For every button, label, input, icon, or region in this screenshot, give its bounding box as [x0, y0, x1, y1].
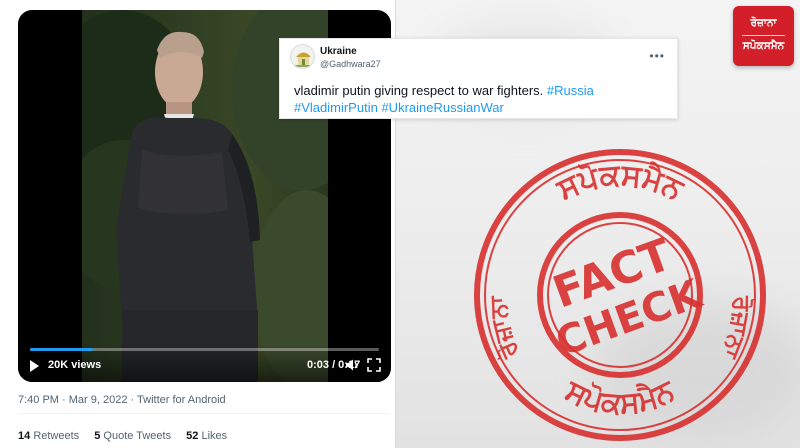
quotes-stat[interactable]: 5 Quote Tweets — [94, 430, 171, 442]
hashtag-vladimirputin[interactable]: #VladimirPutin — [294, 100, 378, 115]
user-name[interactable]: Ukraine — [320, 46, 357, 57]
logo-divider — [742, 35, 785, 36]
divider — [18, 413, 390, 414]
hashtag-russia[interactable]: #Russia — [547, 83, 594, 98]
avatar-image — [294, 52, 313, 67]
tweet-text: vladimir putin giving respect to war fig… — [294, 82, 674, 116]
quotes-count: 5 — [94, 430, 101, 442]
tweet-timestamp[interactable]: 7:40 PM · Mar 9, 2022 · Twitter for Andr… — [18, 394, 226, 406]
retweets-label: Retweets — [33, 430, 80, 442]
tweet-stats: 14 Retweets 5 Quote Tweets 52 Likes — [18, 430, 239, 442]
video-progress-bar[interactable] — [30, 348, 379, 351]
user-handle[interactable]: @Gadhwara27 — [320, 59, 381, 69]
user-avatar[interactable] — [290, 44, 315, 69]
fact-check-stamp: ਸਪੋਕਸਮੈਨ ਸਪੋਕਸਮੈਨ ਰੋਜ਼ਾਨਾ ਰੋਜ਼ਾਨਾ FACT C… — [474, 149, 766, 441]
volume-icon[interactable] — [344, 357, 360, 373]
video-controls: 20K views 0:03 / 0:17 — [18, 344, 391, 382]
likes-count: 52 — [186, 430, 199, 442]
video-progress-fill — [30, 348, 93, 351]
more-options-icon[interactable]: ••• — [649, 49, 665, 63]
hashtag-ukrainerussianwar[interactable]: #UkraineRussianWar — [381, 100, 503, 115]
likes-stat[interactable]: 52 Likes — [186, 430, 227, 442]
embedded-tweet: Ukraine @Gadhwara27 ••• vladimir putin g… — [279, 38, 678, 119]
tweet-body: vladimir putin giving respect to war fig… — [294, 83, 544, 98]
video-views: 20K views — [48, 359, 102, 371]
retweets-stat[interactable]: 14 Retweets — [18, 430, 79, 442]
fullscreen-icon[interactable] — [366, 357, 382, 373]
quotes-label: Quote Tweets — [103, 430, 172, 442]
stamp-top-arc: ਸਪੋਕਸਮੈਨ — [551, 158, 690, 208]
logo-line-1: ਰੋਜ਼ਾਨਾ — [750, 17, 777, 29]
rozana-spokesman-logo: ਰੋਜ਼ਾਨਾ ਸਪੋਕਸਮੈਨ — [733, 6, 794, 66]
retweets-count: 14 — [18, 430, 31, 442]
likes-label: Likes — [201, 430, 228, 442]
logo-line-2: ਸਪੋਕਸਮੈਨ — [742, 40, 785, 52]
stamp-bottom-arc: ਸਪੋਕਸਮੈਨ — [559, 373, 681, 422]
play-icon[interactable] — [30, 360, 39, 372]
